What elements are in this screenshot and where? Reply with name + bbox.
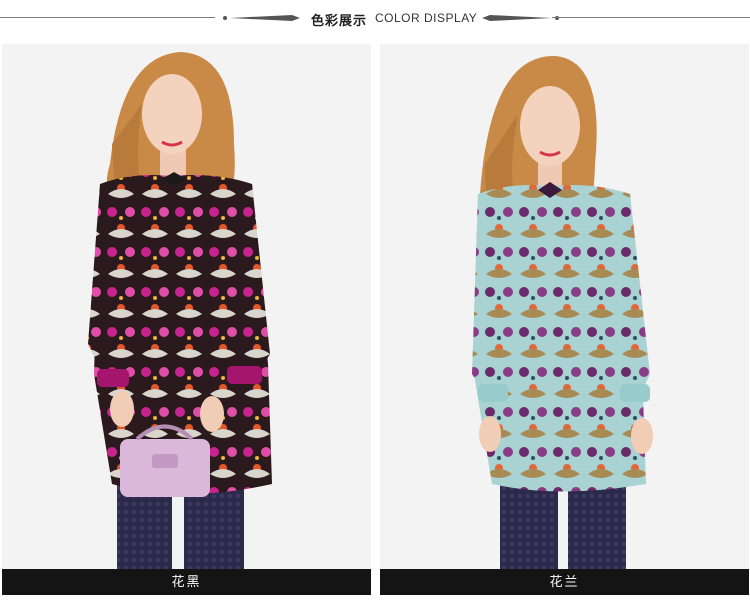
color-panel-blue[interactable]: 花兰 [380,44,749,595]
header-rule-right [552,17,750,18]
caption-blue: 花兰 [380,569,749,595]
header-title-cn: 色彩展示 [311,13,368,28]
header-title-en: COLOR DISPLAY [375,11,478,25]
color-panel-black[interactable]: 花黑 [2,44,371,595]
caption-black: 花黑 [2,569,371,595]
header-rule-left [0,17,215,18]
section-header: 色彩展示 COLOR DISPLAY [0,0,750,40]
model-photo-blue-icon [380,44,749,595]
ornament-left-icon [223,15,300,21]
ornament-right-icon [482,15,559,21]
model-photo-black-icon [2,44,371,595]
